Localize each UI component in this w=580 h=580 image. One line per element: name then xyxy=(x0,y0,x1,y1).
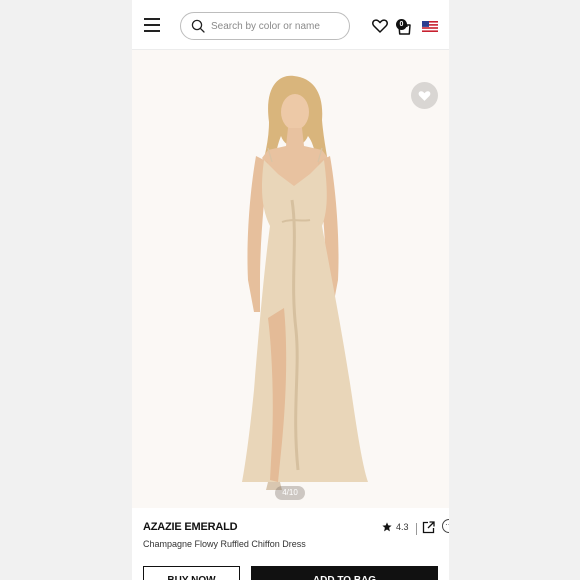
product-image-gallery[interactable]: 4/10 xyxy=(132,50,449,508)
add-to-bag-button[interactable]: ADD TO BAG xyxy=(251,566,438,580)
product-name: Champagne Flowy Ruffled Chiffon Dress xyxy=(143,539,306,549)
product-rating[interactable]: 4.3 xyxy=(382,522,409,532)
heart-icon xyxy=(418,90,431,101)
bag-count-badge: 0 xyxy=(396,19,407,30)
us-flag-icon[interactable] xyxy=(422,21,438,32)
more-options-icon[interactable]: ··· xyxy=(442,519,449,533)
hamburger-menu-icon[interactable] xyxy=(144,18,160,32)
divider xyxy=(416,523,417,535)
top-nav-bar: 0 xyxy=(132,0,449,50)
search-input[interactable] xyxy=(211,20,341,32)
product-info: AZAZIE EMERALD Champagne Flowy Ruffled C… xyxy=(132,508,449,580)
search-bar[interactable] xyxy=(180,12,350,40)
star-icon xyxy=(382,522,392,532)
product-photo xyxy=(132,50,449,508)
image-counter: 4/10 xyxy=(275,486,305,500)
search-icon xyxy=(191,19,205,33)
product-brand: AZAZIE EMERALD xyxy=(143,521,238,533)
share-icon[interactable] xyxy=(422,521,435,534)
buy-now-button[interactable]: BUY NOW xyxy=(143,566,240,580)
favorite-button[interactable] xyxy=(411,82,438,109)
phone-screen: 0 xyxy=(132,0,449,580)
rating-value: 4.3 xyxy=(396,522,409,532)
heart-icon[interactable] xyxy=(372,19,388,33)
